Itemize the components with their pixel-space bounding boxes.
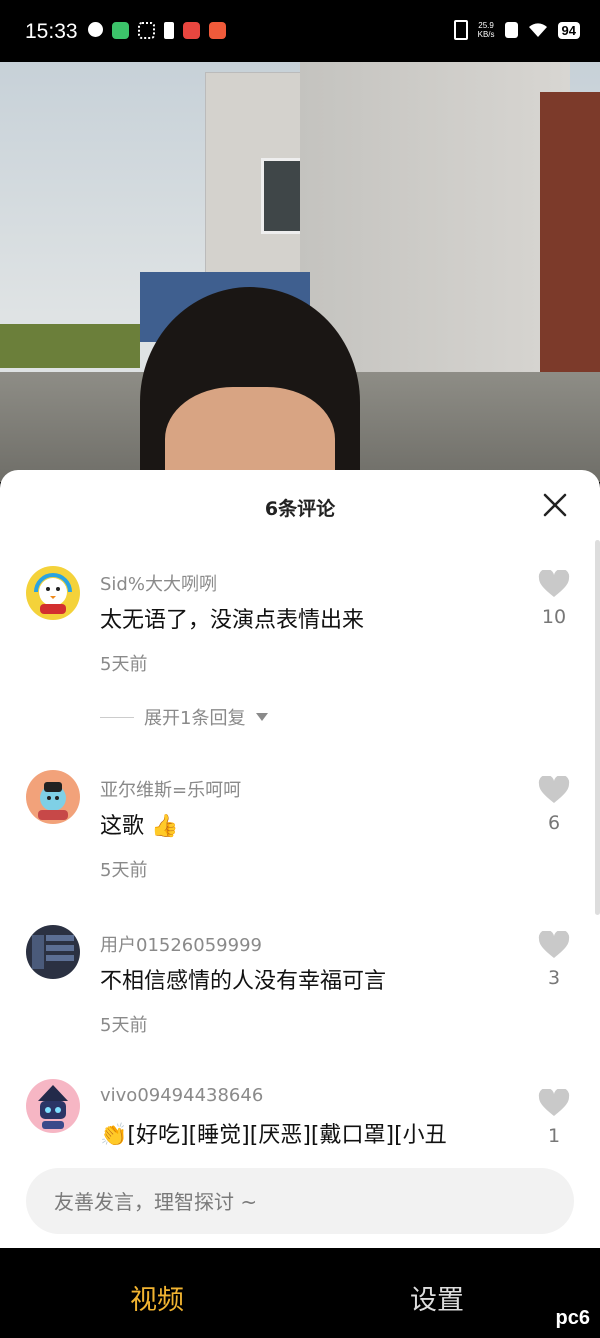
like-count: 6 <box>547 812 561 834</box>
heart-icon <box>538 1087 570 1116</box>
avatar[interactable] <box>26 566 80 620</box>
app-icon <box>209 22 226 39</box>
app-icon <box>112 22 129 39</box>
list-fade <box>0 1150 600 1170</box>
comment-username[interactable]: 用户01526059999 <box>100 931 262 957</box>
robot-avatar-icon <box>38 1085 68 1129</box>
wifi-icon <box>528 23 547 37</box>
comments-title: 6条评论 <box>264 498 336 520</box>
character-avatar-icon <box>38 782 68 820</box>
comment-text-content: [好吃][睡觉][厌恶][戴口罩][小丑 <box>127 1123 447 1148</box>
avatar[interactable] <box>26 1079 80 1133</box>
status-indicators: 25.9 KB/s 94 <box>453 20 580 40</box>
battery-level: 94 <box>557 21 580 39</box>
like-button[interactable]: 6 <box>534 774 574 834</box>
thumbs-up-emoji: 👍 <box>151 814 179 839</box>
photo-avatar-icon <box>32 935 74 969</box>
avatar[interactable] <box>26 770 80 824</box>
comment-username[interactable]: Sid%大大咧咧 <box>100 570 217 596</box>
comment-username[interactable]: 亚尔维斯=乐呵呵 <box>100 776 241 802</box>
like-button[interactable]: 1 <box>534 1087 574 1147</box>
scrollbar[interactable] <box>595 540 600 915</box>
tab-video[interactable]: 视频 <box>130 1278 184 1317</box>
comment-username[interactable]: vivo09494438646 <box>100 1085 263 1106</box>
comments-sheet: 6条评论 Sid%大大咧咧 太无语了，没演点表情出来 5天前 10 展开1条回复… <box>0 470 600 1248</box>
tab-settings[interactable]: 设置 <box>410 1278 464 1317</box>
status-bar: 15:33 25.9 KB/s 94 <box>0 0 600 62</box>
scene-field <box>0 324 140 368</box>
grid-icon <box>138 22 155 39</box>
scene-door <box>540 92 600 402</box>
divider <box>100 716 134 718</box>
net-speed: 25.9 KB/s <box>478 21 495 39</box>
like-count: 3 <box>547 967 561 989</box>
like-count: 10 <box>541 606 567 628</box>
net-speed-value: 25.9 <box>478 21 494 30</box>
comment-input[interactable] <box>26 1168 556 1236</box>
comment-input-bar[interactable] <box>26 1168 574 1236</box>
expand-replies-button[interactable]: 展开1条回复 <box>100 704 269 730</box>
nfc-icon <box>504 22 518 38</box>
comment-date: 5天前 <box>100 654 148 675</box>
scene-window <box>261 158 303 234</box>
comment-text: 👏[好吃][睡觉][厌恶][戴口罩][小丑 <box>100 1117 447 1149</box>
avatar[interactable] <box>26 925 80 979</box>
like-button[interactable]: 10 <box>534 568 574 628</box>
comment-date: 5天前 <box>100 860 148 881</box>
like-button[interactable]: 3 <box>534 929 574 989</box>
comment-text: 太无语了，没演点表情出来 <box>100 608 365 633</box>
vibrate-icon <box>453 20 468 40</box>
net-speed-unit: KB/s <box>477 30 495 39</box>
bottom-tab-bar: 视频 设置 pc6 <box>0 1248 600 1338</box>
close-icon[interactable] <box>542 492 568 518</box>
notification-icons <box>88 22 226 39</box>
caret-down-icon <box>256 713 269 721</box>
expand-replies-label: 展开1条回复 <box>144 708 246 729</box>
comment-text-content: 这歌 <box>100 814 145 839</box>
like-count: 1 <box>547 1125 561 1147</box>
watermark-logo: pc6 <box>555 1307 590 1329</box>
tiktok-icon <box>164 22 174 39</box>
video-player[interactable] <box>0 62 600 482</box>
app-icon <box>88 22 103 37</box>
clap-emoji: 👏 <box>100 1123 128 1148</box>
comment-text: 不相信感情的人没有幸福可言 <box>100 969 387 994</box>
status-time: 15:33 <box>25 20 78 43</box>
comment-date: 5天前 <box>100 1015 148 1036</box>
app-icon <box>183 22 200 39</box>
scene-person-face <box>165 387 335 482</box>
penguin-avatar-icon <box>34 573 72 614</box>
comment-text: 这歌 👍 <box>100 808 178 840</box>
heart-icon <box>538 568 570 597</box>
heart-icon <box>538 929 570 958</box>
heart-icon <box>538 774 570 803</box>
